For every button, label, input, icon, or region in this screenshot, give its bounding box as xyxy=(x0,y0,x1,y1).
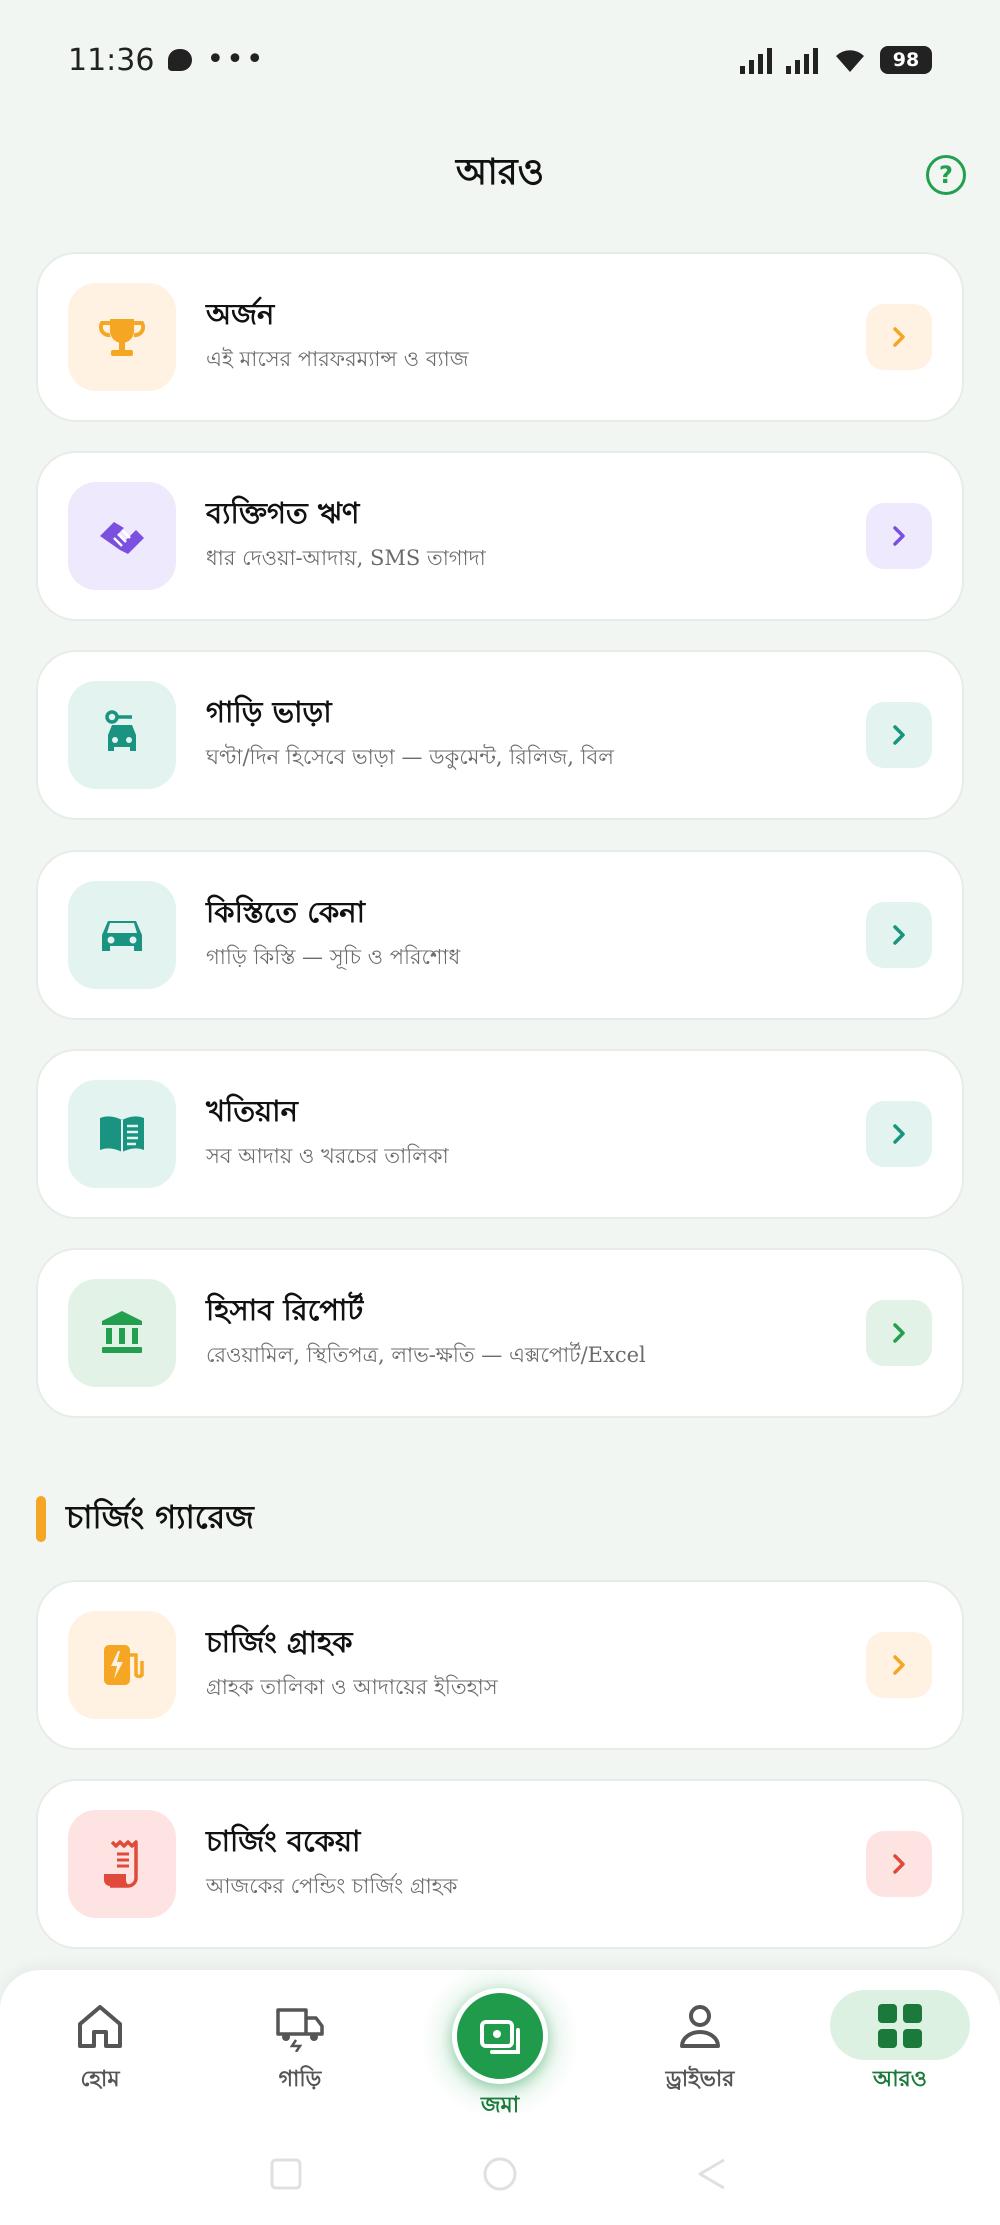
chevron-right-icon[interactable] xyxy=(866,1831,932,1897)
nav-label: হোম xyxy=(80,2067,120,2092)
signal-icon-2 xyxy=(786,48,818,74)
chevron-right-icon[interactable] xyxy=(866,1632,932,1698)
car-icon xyxy=(68,881,176,989)
card-subtitle: এই মাসের পারফরম্যান্স ও ব্যাজ xyxy=(206,347,469,372)
card-subtitle: রেওয়ামিল, স্থিতিপত্র, লাভ-ক্ষতি — এক্সপ… xyxy=(206,1343,646,1368)
receipt-icon xyxy=(68,1810,176,1918)
handshake-icon xyxy=(68,482,176,590)
nav-home[interactable]: হোম xyxy=(30,1970,170,2120)
card-subtitle: গাড়ি কিস্তি — সূচি ও পরিশোধ xyxy=(206,945,461,970)
more-notifications-icon: ••• xyxy=(206,42,266,77)
chevron-right-icon[interactable] xyxy=(866,503,932,569)
card-subtitle: গ্রাহক তালিকা ও আদায়ের ইতিহাস xyxy=(206,1675,498,1700)
card-title: চার্জিং বকেয়া xyxy=(206,1823,361,1858)
menu-card-accounts-report[interactable]: হিসাব রিপোর্ট রেওয়ামিল, স্থিতিপত্র, লাভ… xyxy=(36,1248,964,1418)
recent-apps-icon[interactable] xyxy=(268,2156,304,2192)
section-header: চার্জিং গ্যারেজ xyxy=(36,1494,254,1544)
menu-card-charging-customers[interactable]: চার্জিং গ্রাহক গ্রাহক তালিকা ও আদায়ের ই… xyxy=(36,1580,964,1750)
card-subtitle: আজকের পেন্ডিং চার্জিং গ্রাহক xyxy=(206,1874,458,1899)
help-button[interactable]: ? xyxy=(926,155,966,195)
battery-indicator: 98 xyxy=(880,46,932,74)
section-title: চার্জিং গ্যারেজ xyxy=(66,1498,254,1536)
trophy-icon xyxy=(68,283,176,391)
header: আরও ? xyxy=(0,140,1000,210)
section-accent-bar xyxy=(36,1496,46,1542)
menu-card-charging-dues[interactable]: চার্জিং বকেয়া আজকের পেন্ডিং চার্জিং গ্র… xyxy=(36,1779,964,1949)
nav-more[interactable]: আরও xyxy=(830,1970,970,2120)
nav-driver[interactable]: ড্রাইভার xyxy=(630,1970,770,2120)
nav-label: ড্রাইভার xyxy=(665,2067,735,2092)
chevron-right-icon[interactable] xyxy=(866,1300,932,1366)
status-time: 11:36 xyxy=(68,42,155,78)
chevron-right-icon[interactable] xyxy=(866,902,932,968)
menu-card-installment[interactable]: কিস্তিতে কেনা গাড়ি কিস্তি — সূচি ও পরিশ… xyxy=(36,850,964,1020)
page-title: আরও xyxy=(455,152,545,193)
nav-label: আরও xyxy=(873,2067,927,2092)
book-icon xyxy=(68,1080,176,1188)
card-title: অর্জন xyxy=(206,296,275,331)
home-icon xyxy=(72,1998,128,2054)
signal-icon xyxy=(740,48,772,74)
card-title: গাড়ি ভাড়া xyxy=(206,694,332,729)
chevron-right-icon[interactable] xyxy=(866,702,932,768)
user-icon xyxy=(672,1998,728,2054)
card-title: খতিয়ান xyxy=(206,1093,298,1128)
wifi-icon xyxy=(836,50,864,72)
nav-vehicles[interactable]: গাড়ি xyxy=(230,1970,370,2120)
chat-notification-icon xyxy=(168,49,193,71)
card-title: হিসাব রিপোর্ট xyxy=(206,1292,364,1327)
ev-charger-icon xyxy=(68,1611,176,1719)
grid-icon xyxy=(872,1998,928,2054)
nav-label: গাড়ি xyxy=(278,2067,322,2092)
card-subtitle: সব আদায় ও খরচের তালিকা xyxy=(206,1144,449,1169)
menu-card-personal-loan[interactable]: ব্যক্তিগত ঋণ ধার দেওয়া-আদায়, SMS তাগাদ… xyxy=(36,451,964,621)
back-icon[interactable] xyxy=(694,2156,730,2192)
chevron-right-icon[interactable] xyxy=(866,304,932,370)
menu-card-ledger[interactable]: খতিয়ান সব আদায় ও খরচের তালিকা xyxy=(36,1049,964,1219)
card-subtitle: ঘণ্টা/দিন হিসেবে ভাড়া — ডকুমেন্ট, রিলিজ… xyxy=(206,745,614,770)
car-key-icon xyxy=(68,681,176,789)
menu-card-car-rent[interactable]: গাড়ি ভাড়া ঘণ্টা/দিন হিসেবে ভাড়া — ডকু… xyxy=(36,650,964,820)
card-subtitle: ধার দেওয়া-আদায়, SMS তাগাদা xyxy=(206,546,486,571)
system-navigation-bar xyxy=(0,2120,1000,2225)
card-title: চার্জিং গ্রাহক xyxy=(206,1624,353,1659)
status-bar: 11:36 ••• 98 xyxy=(0,0,1000,120)
home-circle-icon[interactable] xyxy=(480,2156,520,2196)
card-title: কিস্তিতে কেনা xyxy=(206,894,366,929)
bank-icon xyxy=(68,1279,176,1387)
card-title: ব্যক্তিগত ঋণ xyxy=(206,495,360,530)
chevron-right-icon[interactable] xyxy=(866,1101,932,1167)
truck-icon xyxy=(272,1998,328,2054)
deposit-button[interactable] xyxy=(452,1988,548,2084)
menu-card-earnings[interactable]: অর্জন এই মাসের পারফরম্যান্স ও ব্যাজ xyxy=(36,252,964,422)
question-circle-icon: ? xyxy=(939,161,953,189)
cash-icon xyxy=(480,2020,520,2054)
